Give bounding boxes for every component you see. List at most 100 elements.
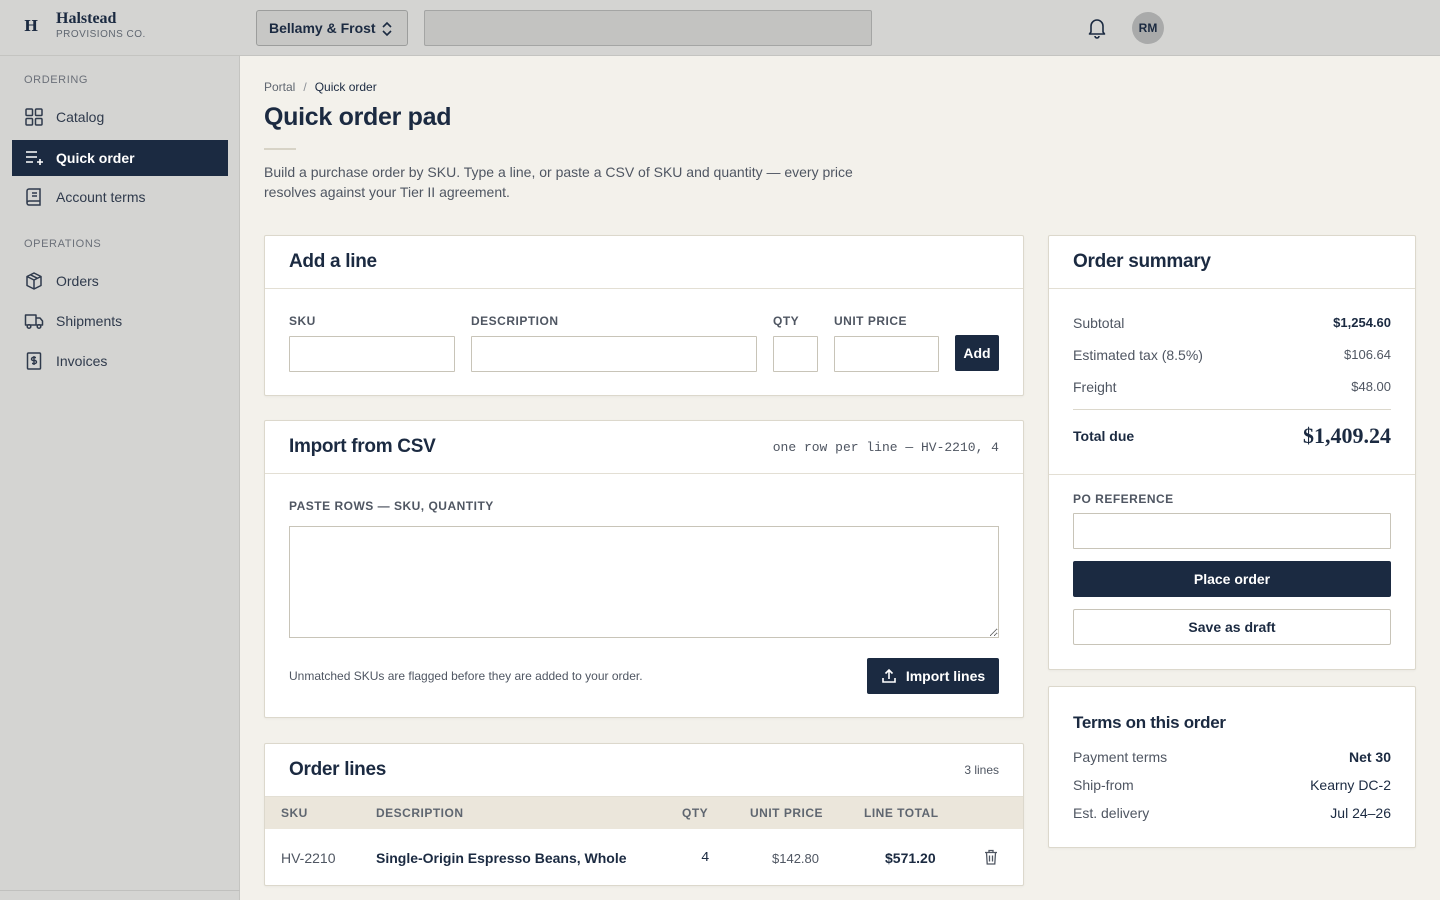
card-title: Add a line: [289, 251, 377, 272]
delivery-label: Est. delivery: [1073, 805, 1150, 821]
payment-terms-label: Payment terms: [1073, 749, 1168, 765]
sidebar-item-label: Catalog: [56, 109, 105, 125]
sidebar-item-account-terms[interactable]: Account terms: [12, 179, 228, 215]
upload-icon: [882, 668, 896, 683]
line-count: 3 lines: [964, 763, 999, 777]
account-name: Bellamy & Frost: [269, 20, 376, 36]
row-sku: HV-2210: [281, 850, 336, 866]
freight-value: $48.00: [1351, 379, 1391, 394]
terms-card: Terms on this order Payment terms Net 30…: [1048, 686, 1416, 848]
title-rule: [264, 148, 296, 150]
paste-rows-label: PASTE ROWS — SKU, QUANTITY: [289, 499, 494, 513]
top-bar: H Halstead PROVISIONS CO. Bellamy & Fros…: [0, 0, 1440, 56]
page-intro: Build a purchase order by SKU. Type a li…: [264, 164, 853, 200]
total-due-label: Total due: [1073, 428, 1135, 444]
freight-row: Freight $48.00: [1073, 379, 1391, 395]
tax-row: Estimated tax (8.5%) $106.64: [1073, 347, 1391, 363]
unit-price-input[interactable]: [834, 336, 939, 372]
sidebar-item-quick-order[interactable]: Quick order: [12, 140, 228, 176]
row-unit-price: $142.80: [772, 851, 819, 866]
breadcrumb-current: Quick order: [314, 80, 377, 94]
chevron-updown-icon: [382, 21, 392, 37]
csv-paste-textarea[interactable]: [289, 526, 999, 638]
column-header-unit-price: UNIT PRICE: [750, 806, 824, 820]
payment-terms-value: Net 30: [1348, 749, 1391, 765]
terms-title: Terms on this order: [1073, 713, 1226, 732]
description-label: DESCRIPTION: [471, 314, 559, 328]
grid-icon: [25, 108, 43, 126]
summary-divider: [1073, 409, 1391, 410]
sidebar-item-label: Account terms: [56, 189, 146, 205]
avatar[interactable]: RM: [1132, 12, 1164, 44]
sidebar-item-shipments[interactable]: Shipments: [12, 303, 228, 339]
freight-label: Freight: [1073, 379, 1117, 395]
brand-name: Halstead: [56, 10, 117, 27]
breadcrumb-portal[interactable]: Portal: [264, 80, 295, 94]
list-add-icon: [26, 151, 43, 165]
brand-logo: H: [24, 17, 39, 35]
card-title: Import from CSV: [289, 436, 436, 457]
row-description: Single-Origin Espresso Beans, Whole: [376, 850, 627, 866]
ship-from-label: Ship-from: [1073, 777, 1134, 793]
order-lines-card: Order lines 3 lines SKU DESCRIPTION QTY …: [264, 743, 1024, 886]
trash-icon[interactable]: [984, 849, 998, 865]
payment-terms-row: Payment terms Net 30: [1073, 749, 1391, 765]
unmatched-note: Unmatched SKUs are flagged before they a…: [289, 669, 643, 683]
sidebar-section-operations: OPERATIONS: [24, 238, 102, 250]
add-line-button[interactable]: Add: [955, 335, 999, 371]
unit-price-label: UNIT PRICE: [834, 314, 908, 328]
column-header-sku: SKU: [281, 806, 308, 820]
account-selector[interactable]: Bellamy & Frost: [256, 10, 408, 46]
add-line-card: Add a line SKU DESCRIPTION QTY UNIT PRIC…: [264, 235, 1024, 396]
ship-from-row: Ship-from Kearny DC-2: [1073, 777, 1391, 793]
summary-section-divider: [1049, 474, 1415, 475]
brand[interactable]: H Halstead PROVISIONS CO.: [24, 10, 146, 42]
delivery-row: Est. delivery Jul 24–26: [1073, 805, 1391, 821]
brand-subtitle: PROVISIONS CO.: [56, 29, 146, 40]
description-input[interactable]: [471, 336, 757, 372]
sidebar-item-label: Quick order: [56, 150, 135, 166]
sidebar-item-catalog[interactable]: Catalog: [12, 99, 228, 135]
csv-format-hint: one row per line — HV-2210, 4: [772, 439, 999, 455]
sidebar-divider: [0, 890, 240, 891]
ship-from-value: Kearny DC-2: [1310, 777, 1391, 793]
sku-input[interactable]: [289, 336, 455, 372]
po-reference-label: PO REFERENCE: [1073, 492, 1174, 506]
bell-icon[interactable]: [1087, 17, 1107, 39]
card-title: Order summary: [1073, 251, 1211, 272]
column-header-description: DESCRIPTION: [376, 806, 464, 820]
import-lines-label: Import lines: [905, 668, 986, 684]
breadcrumb: Portal / Quick order: [264, 80, 377, 94]
save-draft-button[interactable]: Save as draft: [1073, 609, 1391, 645]
sidebar: ORDERING Catalog Quick order Account ter…: [0, 56, 240, 900]
qty-label: QTY: [773, 314, 800, 328]
total-due-value: $1,409.24: [1303, 423, 1391, 448]
sidebar-item-label: Shipments: [56, 313, 123, 329]
import-lines-button[interactable]: Import lines: [867, 658, 999, 694]
ledger-icon: [26, 188, 41, 206]
breadcrumb-separator: /: [303, 80, 307, 94]
sidebar-item-orders[interactable]: Orders: [12, 263, 228, 299]
invoice-icon: [26, 352, 42, 370]
sidebar-section-ordering: ORDERING: [24, 74, 89, 86]
place-order-button[interactable]: Place order: [1073, 561, 1391, 597]
page-title: Quick order pad: [264, 103, 452, 131]
card-title: Order lines: [289, 759, 387, 780]
box-icon: [26, 272, 42, 290]
table-header: SKU DESCRIPTION QTY UNIT PRICE LINE TOTA…: [265, 797, 1023, 829]
sidebar-item-label: Orders: [56, 273, 99, 289]
column-header-qty: QTY: [682, 806, 709, 820]
sku-label: SKU: [289, 314, 316, 328]
po-reference-input[interactable]: [1073, 513, 1391, 549]
search-input[interactable]: [424, 10, 872, 46]
order-summary-card: Order summary Subtotal $1,254.60 Estimat…: [1048, 235, 1416, 670]
column-header-line-total: LINE TOTAL: [864, 806, 939, 820]
qty-input[interactable]: [773, 336, 818, 372]
row-line-total: $571.20: [885, 850, 936, 866]
subtotal-row: Subtotal $1,254.60: [1073, 315, 1391, 331]
subtotal-label: Subtotal: [1073, 315, 1125, 331]
import-csv-card: Import from CSV one row per line — HV-22…: [264, 420, 1024, 718]
sidebar-item-label: Invoices: [56, 353, 108, 369]
subtotal-value: $1,254.60: [1333, 315, 1391, 330]
sidebar-item-invoices[interactable]: Invoices: [12, 343, 228, 379]
